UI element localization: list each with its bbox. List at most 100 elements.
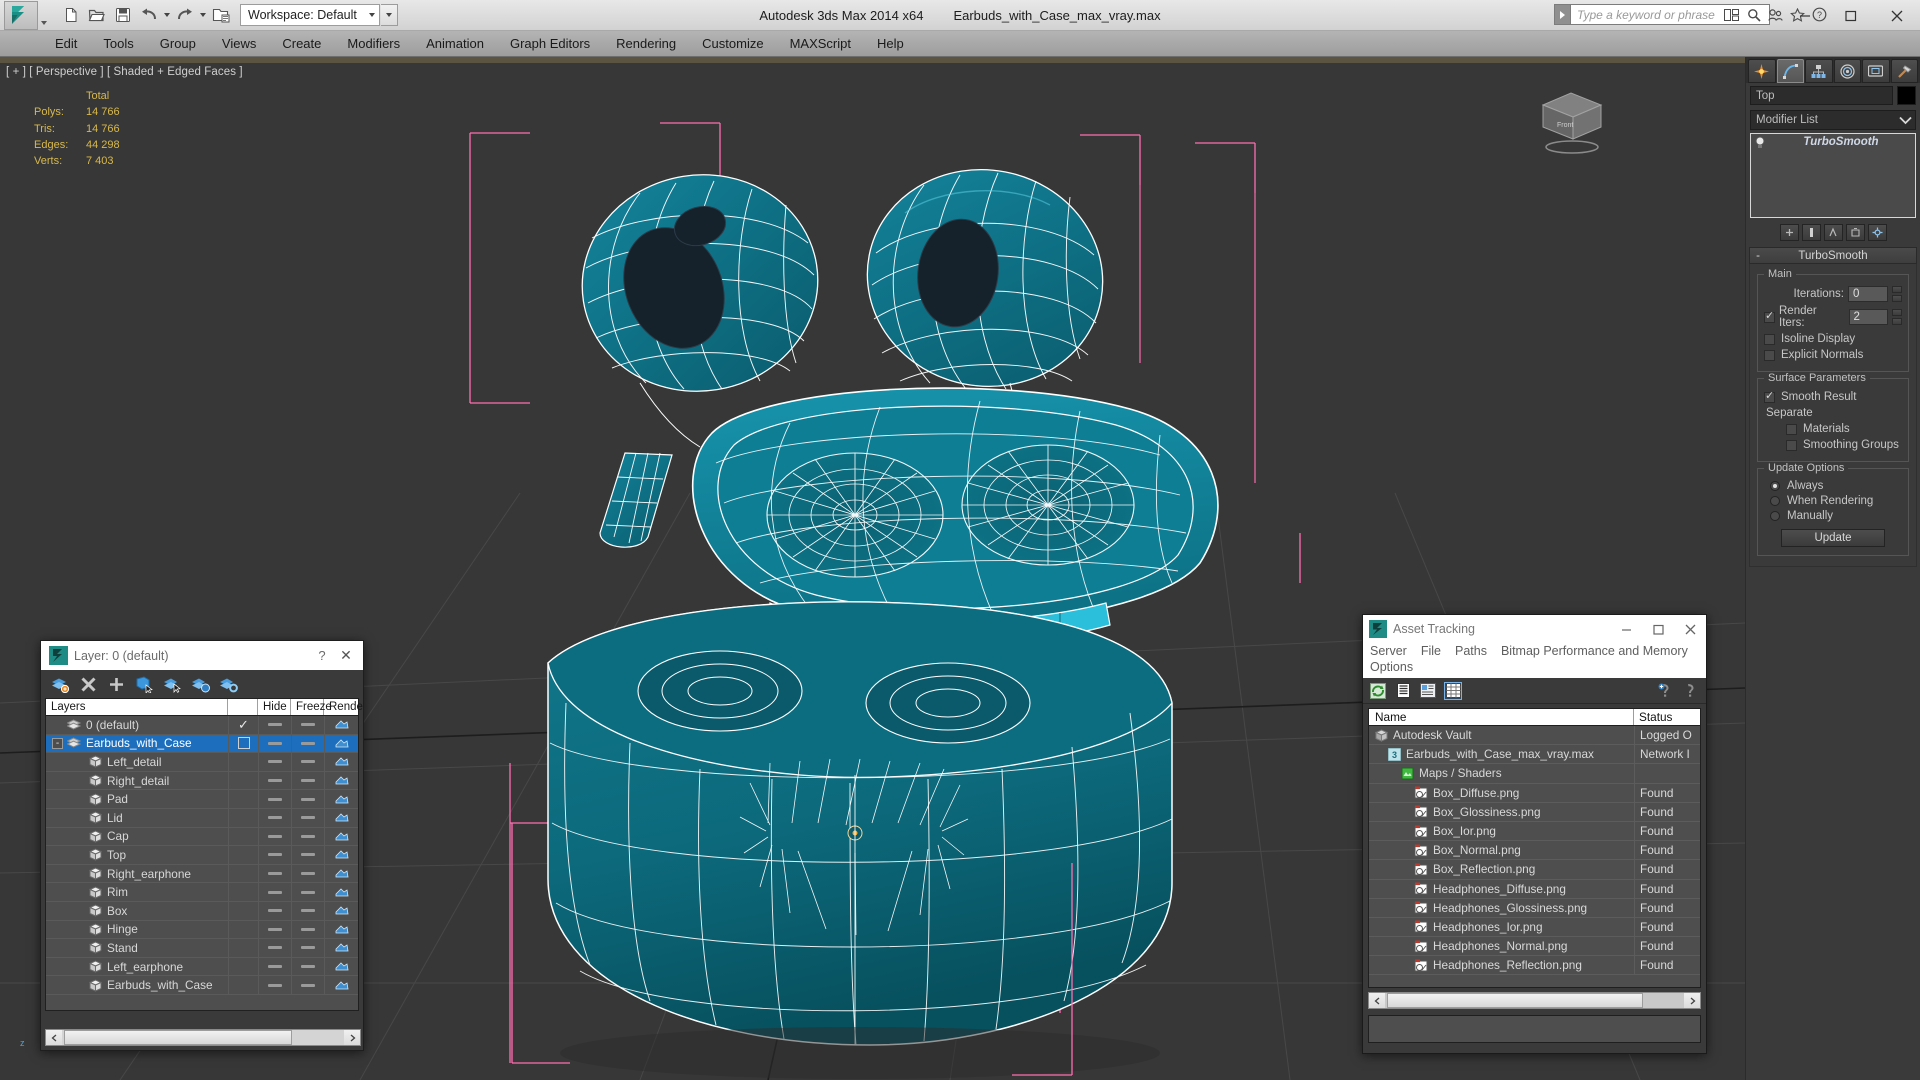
menu-item-graph-editors[interactable]: Graph Editors — [497, 33, 603, 54]
layer-hide-cell[interactable] — [258, 846, 291, 864]
layer-render-cell[interactable] — [324, 864, 358, 883]
layer-horizontal-scrollbar[interactable] — [45, 1029, 361, 1046]
update-when-rendering-row[interactable]: When Rendering — [1770, 495, 1902, 507]
layer-freeze-cell[interactable] — [291, 920, 324, 939]
layer-freeze-cell[interactable] — [291, 808, 324, 827]
layer-hide-cell[interactable] — [258, 790, 291, 808]
add-layer-icon[interactable] — [107, 675, 126, 694]
layer-dialog[interactable]: Layer: 0 (default) ? ✕ Layers Hide Freez… — [40, 640, 364, 1051]
layer-row[interactable]: Top — [46, 846, 358, 865]
table-view-icon[interactable] — [1444, 681, 1462, 700]
hide-toggle-icon[interactable] — [268, 797, 282, 801]
layer-active-cell[interactable] — [228, 939, 258, 957]
asset-row[interactable]: Headphones_Glossiness.png Found — [1369, 898, 1700, 918]
make-unique-button[interactable] — [1823, 224, 1843, 241]
layer-row[interactable]: - Earbuds_with_Case — [46, 734, 358, 754]
menu-item-create[interactable]: Create — [269, 33, 334, 54]
layer-active-cell[interactable] — [228, 864, 258, 883]
help-add-icon[interactable] — [1657, 682, 1675, 700]
layer-row[interactable]: Left_detail — [46, 753, 358, 772]
layer-hide-cell[interactable] — [258, 734, 291, 753]
modifier-stack[interactable]: TurboSmooth — [1750, 133, 1916, 218]
workspace-selector[interactable]: Workspace: Default — [240, 4, 380, 26]
update-always-radio[interactable] — [1770, 481, 1780, 491]
asset-row[interactable]: Box_Normal.png Found — [1369, 841, 1700, 861]
hide-toggle-icon[interactable] — [268, 834, 282, 838]
menu-item-modifiers[interactable]: Modifiers — [334, 33, 413, 54]
freeze-toggle-icon[interactable] — [301, 890, 315, 894]
redo-dropdown-caret[interactable] — [198, 3, 207, 28]
list-view-icon[interactable] — [1394, 682, 1412, 700]
layer-freeze-cell[interactable] — [291, 957, 324, 976]
asset-list[interactable]: Autodesk Vault Logged O 3 Earbuds_with_Case… — [1368, 726, 1701, 988]
asset-menu-options[interactable]: Options — [1370, 659, 1422, 675]
isoline-display-row[interactable]: Isoline Display — [1764, 333, 1902, 345]
layer-hide-cell[interactable] — [258, 716, 291, 734]
layer-freeze-cell[interactable] — [291, 753, 324, 771]
layer-freeze-cell[interactable] — [291, 901, 324, 920]
viewcube[interactable]: Front — [1525, 83, 1615, 155]
remove-modifier-button[interactable] — [1845, 224, 1865, 241]
separate-smoothing-groups-checkbox[interactable] — [1786, 439, 1797, 451]
asset-row[interactable]: Headphones_Reflection.png Found — [1369, 956, 1700, 976]
create-new-layer-icon[interactable] — [51, 675, 70, 694]
layer-active-cell[interactable] — [228, 976, 258, 994]
layer-dialog-help-button[interactable]: ? — [311, 648, 333, 663]
layer-row[interactable]: Lid — [46, 808, 358, 828]
undo-dropdown-caret[interactable] — [162, 3, 171, 28]
layer-render-cell[interactable] — [324, 846, 358, 864]
layer-row[interactable]: Stand — [46, 939, 358, 958]
layer-active-cell[interactable] — [228, 901, 258, 920]
layer-freeze-cell[interactable] — [291, 976, 324, 994]
modifier-list-dropdown[interactable]: Modifier List — [1750, 110, 1916, 130]
hide-toggle-icon[interactable] — [268, 909, 282, 913]
layer-active-cell[interactable] — [228, 771, 258, 790]
layer-row[interactable]: Cap — [46, 827, 358, 847]
asset-row[interactable]: Maps / Shaders — [1369, 764, 1700, 784]
object-name-field[interactable]: Top — [1750, 86, 1893, 105]
layer-active-cell[interactable] — [228, 753, 258, 771]
freeze-toggle-icon[interactable] — [301, 834, 315, 838]
layer-expander[interactable]: - — [52, 737, 63, 749]
menu-item-views[interactable]: Views — [209, 33, 269, 54]
smooth-result-checkbox[interactable] — [1764, 389, 1775, 403]
workspace-dropdown-button[interactable] — [380, 4, 398, 26]
menu-item-help[interactable]: Help — [864, 33, 917, 54]
asset-horizontal-scrollbar[interactable] — [1368, 992, 1701, 1009]
layer-row[interactable]: Rim — [46, 883, 358, 902]
modifier-stack-item[interactable]: TurboSmooth — [1751, 134, 1915, 150]
scroll-right-arrow-icon[interactable] — [1684, 993, 1700, 1008]
workspace-switch-icon[interactable] — [1723, 6, 1740, 23]
freeze-toggle-icon[interactable] — [301, 946, 315, 950]
layer-render-cell[interactable] — [324, 957, 358, 976]
asset-tracking-dialog[interactable]: Asset Tracking Server File Paths Bitmap … — [1362, 614, 1707, 1054]
layer-active-checkbox[interactable] — [237, 737, 250, 750]
asset-row[interactable]: Box_Ior.png Found — [1369, 821, 1700, 842]
configure-modifier-sets-button[interactable] — [1867, 224, 1887, 241]
update-when-rendering-radio[interactable] — [1770, 496, 1780, 506]
freeze-toggle-icon[interactable] — [301, 872, 315, 876]
layer-row[interactable]: Left_earphone — [46, 957, 358, 977]
freeze-toggle-icon[interactable] — [301, 741, 315, 745]
hide-toggle-icon[interactable] — [268, 927, 282, 931]
hide-toggle-icon[interactable] — [268, 741, 282, 745]
layer-dialog-titlebar[interactable]: Layer: 0 (default) ? ✕ — [41, 641, 363, 670]
freeze-toggle-icon[interactable] — [301, 983, 315, 987]
utilities-tab[interactable] — [1890, 59, 1918, 83]
show-end-result-button[interactable] — [1801, 224, 1821, 241]
update-manually-row[interactable]: Manually — [1770, 510, 1902, 522]
freeze-toggle-icon[interactable] — [301, 723, 315, 727]
layer-row[interactable]: Pad — [46, 790, 358, 809]
layer-freeze-cell[interactable] — [291, 864, 324, 883]
set-project-folder-icon[interactable] — [208, 3, 233, 28]
smooth-result-row[interactable]: Smooth Result — [1764, 389, 1902, 403]
layer-hide-cell[interactable] — [258, 864, 291, 883]
update-button[interactable]: Update — [1781, 529, 1885, 547]
separate-materials-row[interactable]: Materials — [1786, 423, 1902, 435]
layer-dialog-close-button[interactable]: ✕ — [333, 647, 359, 664]
detail-view-icon[interactable] — [1419, 682, 1437, 700]
layer-freeze-cell[interactable] — [291, 771, 324, 790]
layer-hide-cell[interactable] — [258, 753, 291, 771]
separate-materials-checkbox[interactable] — [1786, 423, 1797, 435]
hide-toggle-icon[interactable] — [268, 760, 282, 764]
